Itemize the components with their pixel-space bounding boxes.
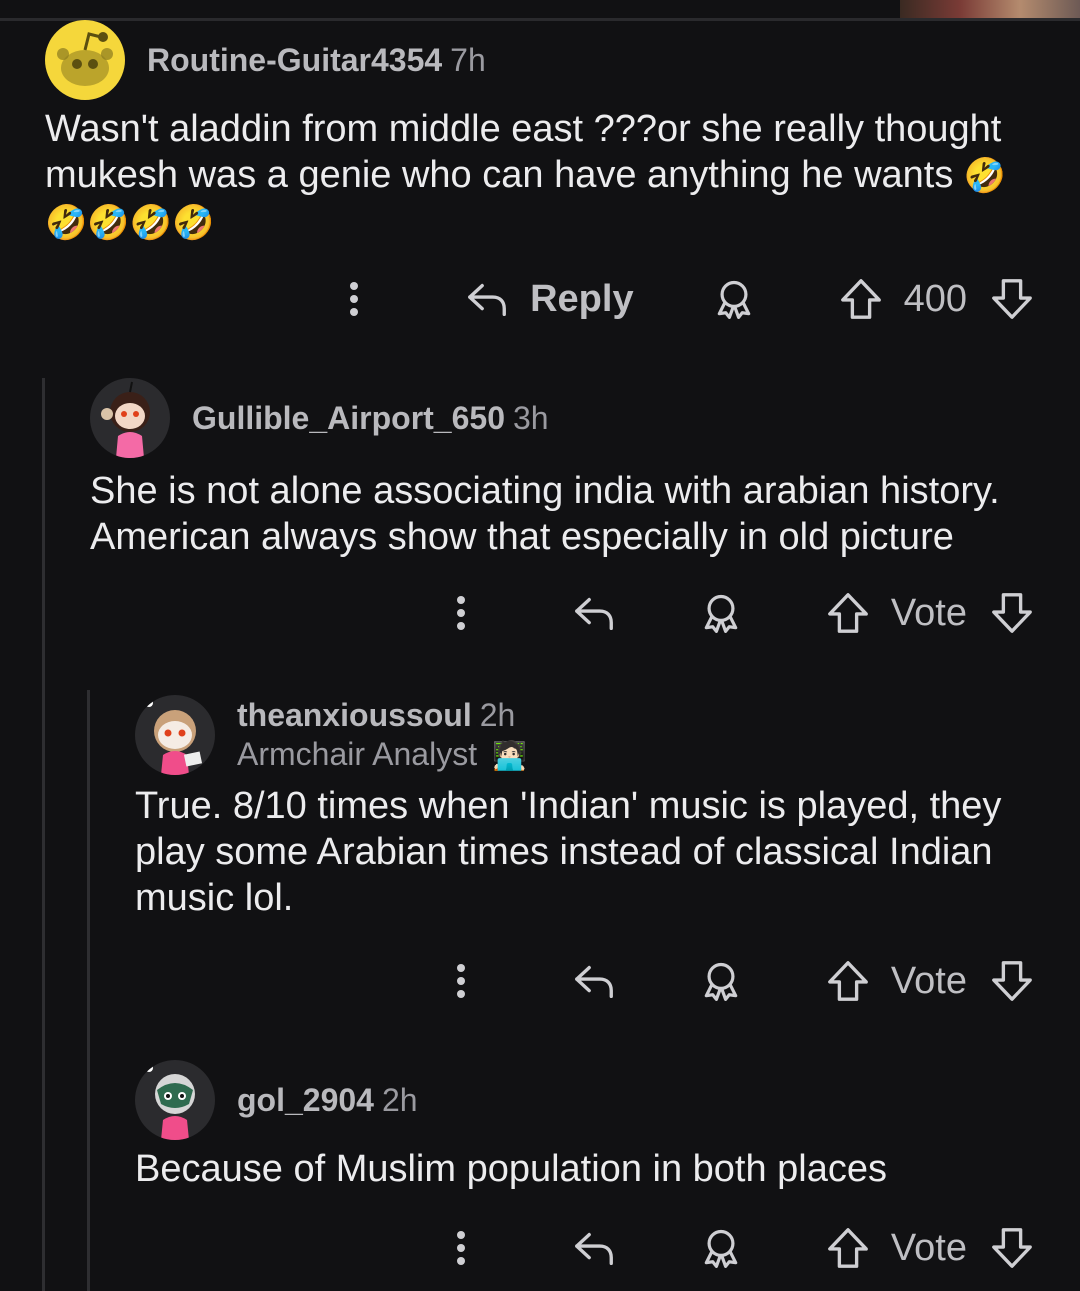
award-icon	[712, 276, 756, 322]
snoo-avatar-icon	[101, 381, 150, 458]
comment: theanxioussoul 2h Armchair Analyst 🧑🏻‍💻 T…	[135, 695, 1045, 921]
comment-header: Gullible_Airport_650 3h	[90, 378, 1050, 458]
downvote-icon	[989, 1225, 1035, 1271]
more-button[interactable]	[451, 596, 471, 630]
more-button[interactable]	[344, 282, 364, 316]
comment-body: True. 8/10 times when 'Indian' music is …	[135, 785, 1002, 919]
upvote-icon	[825, 590, 871, 636]
reply-icon	[464, 276, 510, 322]
top-image-thumbnail	[900, 0, 1080, 20]
flair-text: Armchair Analyst	[237, 736, 478, 772]
comment: gol_2904 2h Because of Muslim population …	[135, 1060, 1045, 1192]
vote-count: 400	[903, 277, 967, 320]
avatar[interactable]	[90, 378, 170, 458]
downvote-icon	[989, 590, 1035, 636]
award-button[interactable]	[699, 958, 743, 1004]
avatar[interactable]	[45, 20, 125, 100]
reply-icon	[571, 1225, 617, 1271]
vote-label: Vote	[890, 1226, 967, 1269]
upvote-button[interactable]	[825, 590, 871, 636]
award-icon	[699, 1225, 743, 1271]
timestamp: 2h	[479, 697, 516, 733]
reply-button[interactable]	[571, 1225, 617, 1271]
flair-emoji: 🧑🏻‍💻	[491, 740, 527, 771]
comment-actions: Reply 400	[344, 276, 1035, 322]
comment-body: Because of Muslim population in both pla…	[135, 1148, 888, 1190]
comment-actions: Vote	[451, 1225, 1035, 1271]
username[interactable]: Routine-Guitar4354	[147, 42, 442, 78]
comment-text: Wasn't aladdin from middle east ???or sh…	[45, 108, 1002, 196]
award-icon	[699, 958, 743, 1004]
reply-icon	[571, 590, 617, 636]
timestamp: 7h	[450, 41, 486, 78]
upvote-icon	[838, 276, 884, 322]
upvote-icon	[825, 958, 871, 1004]
reply-button[interactable]: Reply	[464, 276, 634, 322]
avatar[interactable]	[135, 695, 215, 775]
timestamp: 2h	[381, 1081, 418, 1118]
user-flair: Armchair Analyst 🧑🏻‍💻	[237, 736, 527, 773]
comment-body: Wasn't aladdin from middle east ???or sh…	[45, 106, 1045, 246]
more-icon	[451, 596, 471, 630]
more-button[interactable]	[451, 964, 471, 998]
comment: Routine-Guitar4354 7h Wasn't aladdin from…	[45, 20, 1045, 246]
comment-actions: Vote	[451, 590, 1035, 636]
upvote-button[interactable]	[838, 276, 884, 322]
comment-header: Routine-Guitar4354 7h	[45, 20, 1045, 100]
thread-line[interactable]	[87, 690, 90, 1291]
downvote-icon	[989, 276, 1035, 322]
downvote-button[interactable]	[989, 958, 1035, 1004]
award-icon	[699, 590, 743, 636]
downvote-icon	[989, 958, 1035, 1004]
reply-button[interactable]	[571, 958, 617, 1004]
snoo-avatar-icon	[57, 32, 113, 86]
comment-actions: Vote	[451, 958, 1035, 1004]
more-icon	[451, 964, 471, 998]
more-icon	[344, 282, 364, 316]
username[interactable]: Gullible_Airport_650	[192, 400, 505, 436]
snoo-avatar-icon	[145, 1064, 195, 1140]
award-button[interactable]	[712, 276, 756, 322]
thread-line[interactable]	[42, 378, 45, 1291]
upvote-icon	[825, 1225, 871, 1271]
vote-label: Vote	[890, 591, 967, 634]
downvote-button[interactable]	[989, 1225, 1035, 1271]
comment-header: gol_2904 2h	[135, 1060, 1045, 1140]
reply-button[interactable]	[571, 590, 617, 636]
more-button[interactable]	[451, 1231, 471, 1265]
upvote-button[interactable]	[825, 958, 871, 1004]
downvote-button[interactable]	[989, 276, 1035, 322]
username[interactable]: gol_2904	[237, 1082, 374, 1118]
snoo-avatar-icon	[145, 699, 203, 775]
award-button[interactable]	[699, 590, 743, 636]
award-button[interactable]	[699, 1225, 743, 1271]
reply-icon	[571, 958, 617, 1004]
downvote-button[interactable]	[989, 590, 1035, 636]
upvote-button[interactable]	[825, 1225, 871, 1271]
comment-body: She is not alone associating india with …	[90, 470, 1000, 558]
reply-label: Reply	[530, 277, 634, 320]
username[interactable]: theanxioussoul	[237, 697, 472, 733]
avatar[interactable]	[135, 1060, 215, 1140]
vote-label: Vote	[890, 959, 967, 1002]
more-icon	[451, 1231, 471, 1265]
comment: Gullible_Airport_650 3h She is not alone …	[90, 378, 1050, 560]
timestamp: 3h	[512, 399, 549, 436]
comment-header: theanxioussoul 2h Armchair Analyst 🧑🏻‍💻	[135, 695, 1045, 775]
